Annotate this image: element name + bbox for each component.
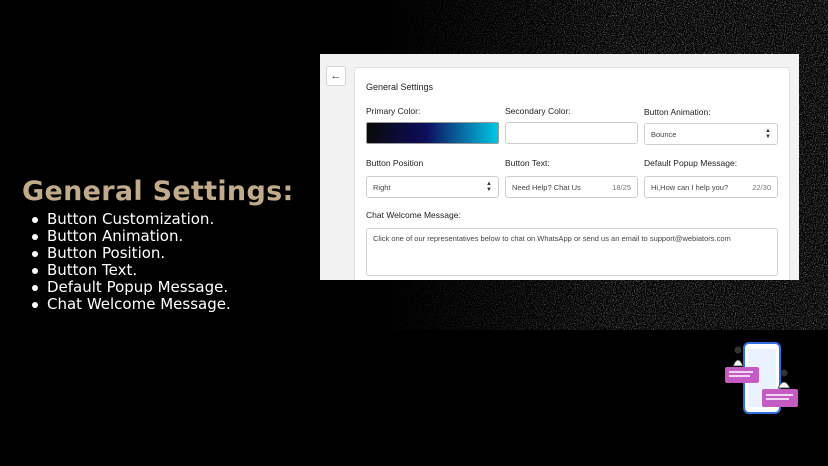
- feature-item: Default Popup Message.: [32, 279, 294, 296]
- button-animation-select[interactable]: Bounce ▲ ▼: [644, 123, 778, 145]
- select-arrows-icon: ▲ ▼: [765, 128, 771, 140]
- arrow-left-icon: ←: [330, 70, 342, 82]
- chat-illustration-icon: [725, 342, 798, 414]
- primary-color-label: Primary Color:: [366, 106, 421, 116]
- general-settings-card: General Settings Primary Color: Secondar…: [354, 67, 790, 280]
- primary-color-picker[interactable]: [366, 122, 499, 144]
- button-text-label: Button Text:: [505, 158, 550, 168]
- feature-list: Button Customization. Button Animation. …: [22, 211, 294, 313]
- feature-summary: General Settings: Button Customization. …: [22, 176, 294, 313]
- feature-item: Button Text.: [32, 262, 294, 279]
- popup-message-counter: 22/30: [752, 182, 771, 192]
- feature-item: Button Customization.: [32, 211, 294, 228]
- secondary-color-label: Secondary Color:: [505, 106, 571, 116]
- card-title: General Settings: [366, 82, 434, 92]
- popup-message-label: Default Popup Message:: [644, 158, 738, 168]
- select-arrows-icon: ▲ ▼: [486, 181, 492, 193]
- popup-message-input[interactable]: Hi,How can I help you? 22/30: [644, 176, 778, 198]
- button-animation-value: Bounce: [651, 129, 677, 139]
- welcome-message-label: Chat Welcome Message:: [366, 210, 461, 220]
- button-position-select[interactable]: Right ▲ ▼: [366, 176, 499, 198]
- welcome-message-textarea[interactable]: Click one of our representatives below t…: [366, 228, 778, 276]
- button-animation-label: Button Animation:: [644, 107, 711, 117]
- feature-item: Chat Welcome Message.: [32, 296, 294, 313]
- back-button[interactable]: ←: [326, 66, 346, 86]
- button-position-value: Right: [373, 182, 391, 192]
- settings-screenshot: ← General Settings Primary Color: Second…: [320, 54, 799, 280]
- secondary-color-picker[interactable]: [505, 122, 638, 144]
- feature-item: Button Position.: [32, 245, 294, 262]
- button-text-value: Need Help? Chat Us: [512, 182, 581, 192]
- button-position-label: Button Position: [366, 158, 424, 168]
- popup-message-value: Hi,How can I help you?: [651, 182, 729, 192]
- button-text-counter: 18/25: [612, 182, 631, 192]
- button-text-input[interactable]: Need Help? Chat Us 18/25: [505, 176, 638, 198]
- feature-item: Button Animation.: [32, 228, 294, 245]
- section-heading: General Settings:: [22, 176, 294, 207]
